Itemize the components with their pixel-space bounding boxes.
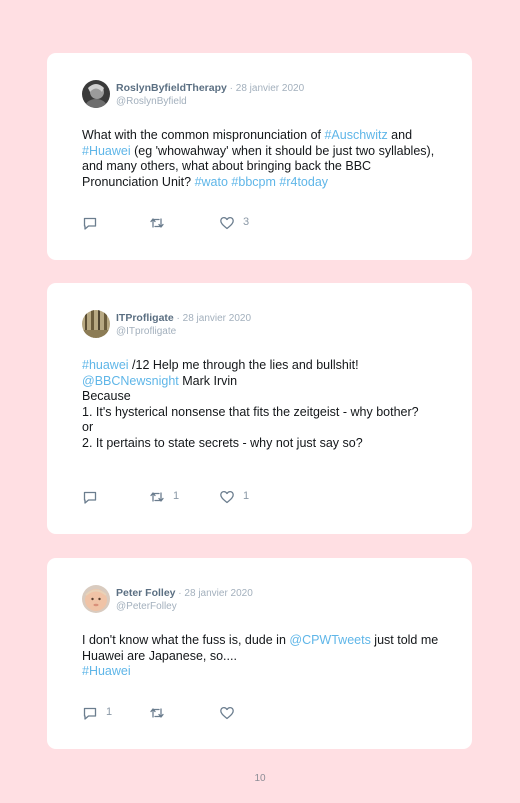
hashtag-link[interactable]: #Huawei bbox=[82, 144, 131, 158]
tweet-date[interactable]: · 28 janvier 2020 bbox=[174, 313, 252, 324]
author-handle[interactable]: @ITprofligate bbox=[116, 325, 251, 338]
tweet-text-part: Mark Irvin bbox=[178, 373, 238, 388]
author-handle[interactable]: @RoslynByfield bbox=[116, 95, 304, 108]
tweet-card: Peter Folley · 28 janvier 2020 @PeterFol… bbox=[47, 558, 472, 749]
hashtag-link[interactable]: #Huawei bbox=[82, 664, 131, 678]
reply-icon bbox=[83, 707, 97, 720]
like-count: 1 bbox=[243, 490, 250, 502]
avatar[interactable] bbox=[82, 80, 110, 108]
tweet-text-part: or bbox=[82, 420, 94, 434]
author-name[interactable]: Peter Folley bbox=[116, 587, 176, 599]
tweet-date[interactable]: · 28 janvier 2020 bbox=[176, 588, 253, 599]
hashtag-link[interactable]: #wato bbox=[195, 175, 228, 189]
tweet-text: I don't know what the fuss is, dude in @… bbox=[82, 633, 447, 680]
tweet-text-part: I don't know what the fuss is, dude in bbox=[82, 633, 290, 647]
tweet-text: What with the common mispronunciation of… bbox=[82, 128, 447, 190]
reply-icon bbox=[83, 217, 97, 230]
avatar[interactable] bbox=[82, 310, 110, 338]
page-number: 10 bbox=[254, 773, 266, 784]
hashtag-link[interactable]: #Auschwitz bbox=[324, 128, 387, 142]
author-handle[interactable]: @PeterFolley bbox=[116, 600, 253, 613]
tweet-card: RoslynByfieldTherapy · 28 janvier 2020 @… bbox=[47, 53, 472, 260]
mention-link[interactable]: @BBCNewsnight bbox=[82, 374, 179, 388]
reply-icon bbox=[83, 491, 97, 504]
like-count: 3 bbox=[243, 216, 250, 228]
tweet-text-part: Because bbox=[82, 389, 131, 403]
author-name[interactable]: ITProfligate bbox=[116, 312, 174, 324]
mention-link[interactable]: @CPWTweets bbox=[289, 633, 370, 647]
retweet-icon bbox=[150, 708, 164, 718]
tweet-date[interactable]: · 28 janvier 2020 bbox=[227, 83, 305, 94]
tweet-text: #huawei /12 Help me through the lies and… bbox=[82, 358, 447, 451]
retweet-icon bbox=[150, 492, 164, 502]
heart-icon bbox=[220, 216, 234, 230]
hashtag-link[interactable]: #r4today bbox=[279, 175, 328, 189]
heart-icon bbox=[220, 706, 234, 720]
author-name[interactable]: RoslynByfieldTherapy bbox=[116, 82, 227, 94]
tweet-text-part: 1. It's hysterical nonsense that fits th… bbox=[82, 404, 419, 419]
tweet-text-part: /12 Help me through the lies and bullshi… bbox=[128, 358, 359, 372]
avatar[interactable] bbox=[82, 585, 110, 613]
reply-count: 1 bbox=[106, 706, 113, 718]
tweet-card: ITProfligate · 28 janvier 2020 @ITprofli… bbox=[47, 283, 472, 534]
hashtag-link[interactable]: #bbcpm bbox=[231, 175, 275, 189]
tweet-text-part: 2. It pertains to state secrets - why no… bbox=[82, 435, 363, 450]
hashtag-link[interactable]: #huawei bbox=[82, 358, 129, 372]
tweet-text-part: and bbox=[387, 128, 413, 142]
heart-icon bbox=[220, 490, 234, 504]
tweet-text-part: What with the common mispronunciation of bbox=[82, 128, 325, 142]
retweet-count: 1 bbox=[173, 490, 180, 502]
retweet-icon bbox=[150, 218, 164, 228]
